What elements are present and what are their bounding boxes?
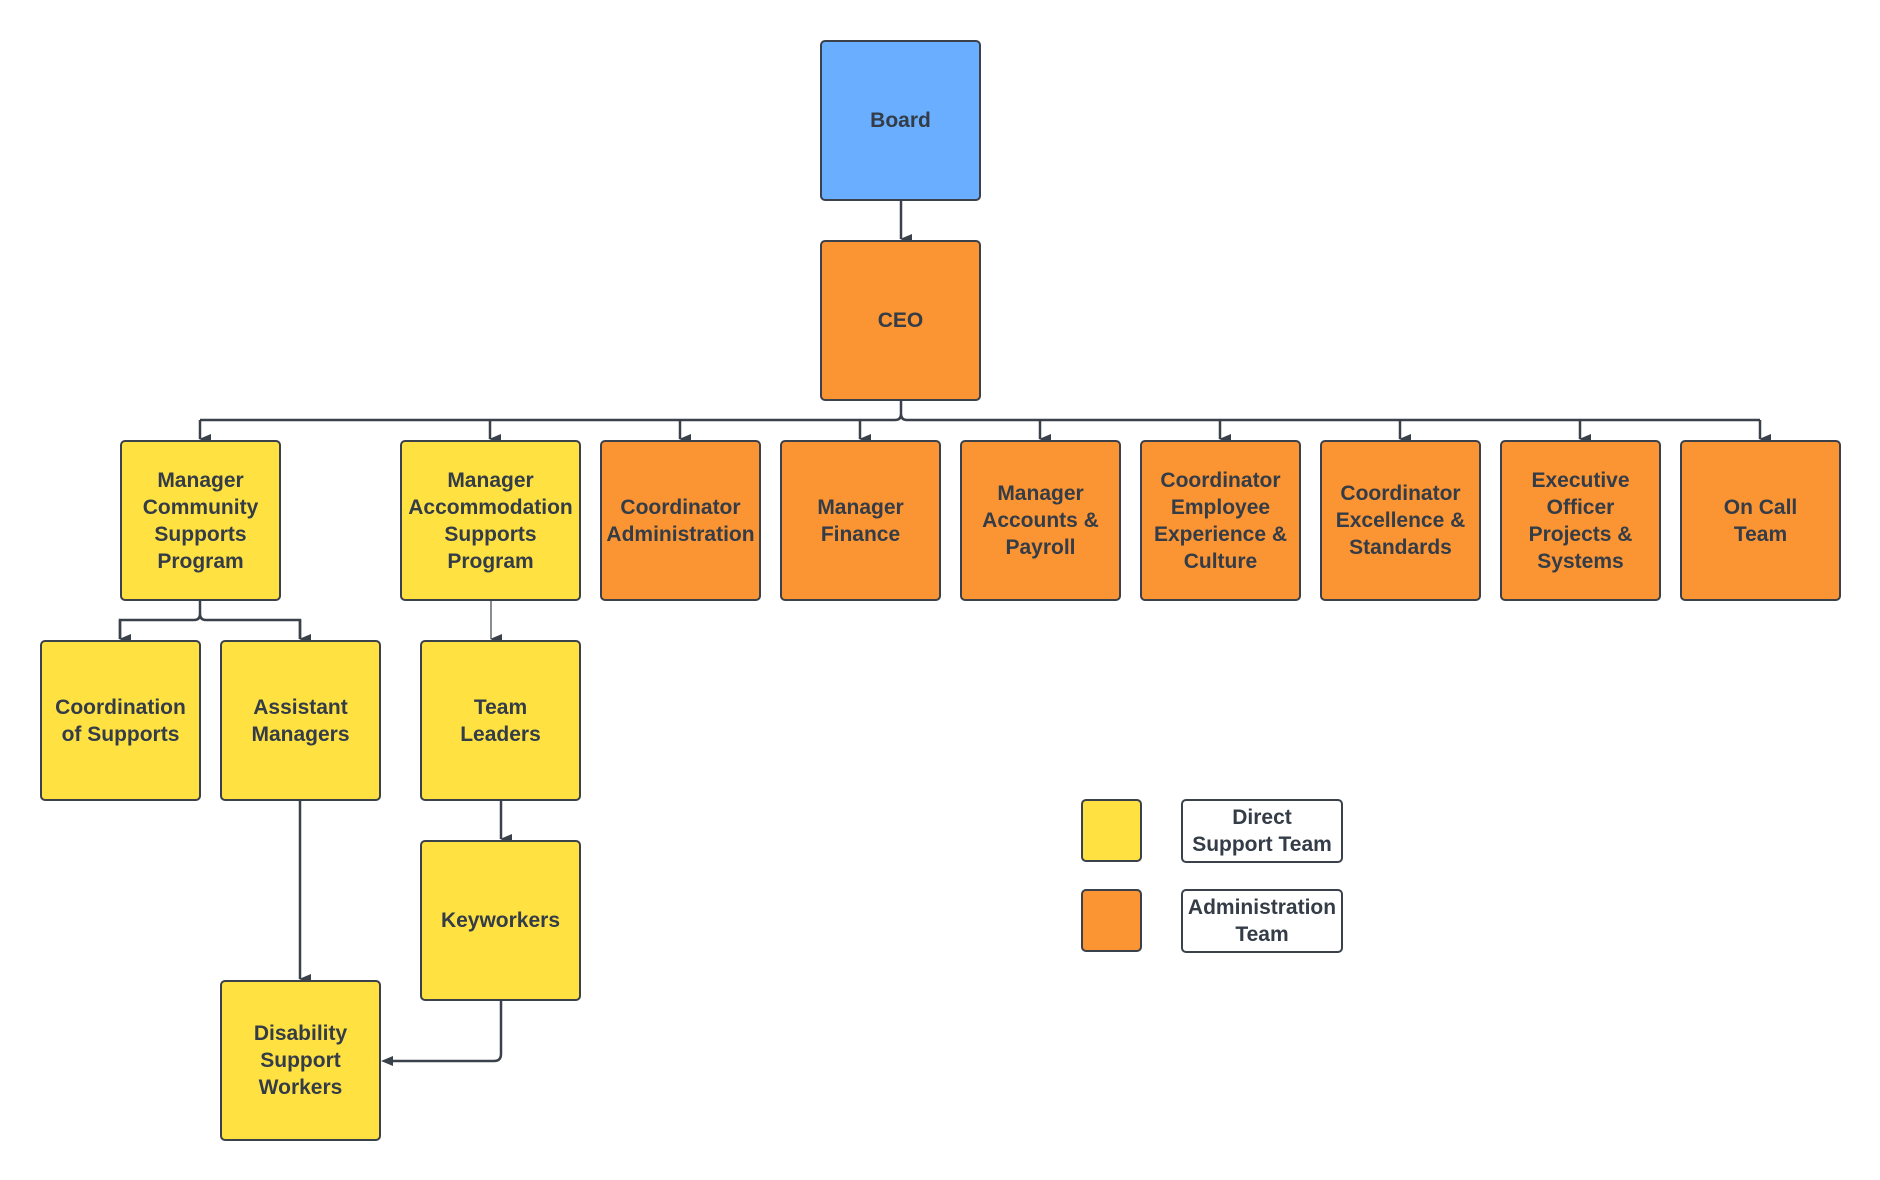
node-board[interactable]: Board (820, 40, 981, 201)
node-coordinator-excellence-standards[interactable]: Coordinator Excellence & Standards (1320, 440, 1481, 601)
node-manager-accommodation-supports[interactable]: Manager Accommodation Supports Program (400, 440, 581, 601)
node-manager-finance[interactable]: Manager Finance (780, 440, 941, 601)
node-executive-officer[interactable]: Executive Officer Projects & Systems (1500, 440, 1661, 601)
node-coordination-of-supports[interactable]: Coordination of Supports (40, 640, 201, 801)
node-coordinator-administration[interactable]: Coordinator Administration (600, 440, 761, 601)
edge-keyworkers-dsw (392, 1001, 503, 1063)
node-team-leaders[interactable]: Team Leaders (420, 640, 581, 801)
legend-swatch-administration (1081, 889, 1142, 952)
legend-label-direct-support: Direct Support Team (1181, 799, 1343, 863)
edge-ceo-bus (200, 401, 1760, 422)
node-keyworkers[interactable]: Keyworkers (420, 840, 581, 1001)
node-ceo[interactable]: CEO (820, 240, 981, 401)
node-manager-accounts-payroll[interactable]: Manager Accounts & Payroll (960, 440, 1121, 601)
node-disability-support-workers[interactable]: Disability Support Workers (220, 980, 381, 1141)
edge-community-children (118, 601, 302, 639)
legend-label-administration: Administration Team (1181, 889, 1343, 953)
legend-swatch-direct-support (1081, 799, 1142, 862)
node-manager-community-supports[interactable]: Manager Community Supports Program (120, 440, 281, 601)
node-assistant-managers[interactable]: Assistant Managers (220, 640, 381, 801)
node-coordinator-employee-experience[interactable]: Coordinator Employee Experience & Cultur… (1140, 440, 1301, 601)
node-on-call-team[interactable]: On Call Team (1680, 440, 1841, 601)
